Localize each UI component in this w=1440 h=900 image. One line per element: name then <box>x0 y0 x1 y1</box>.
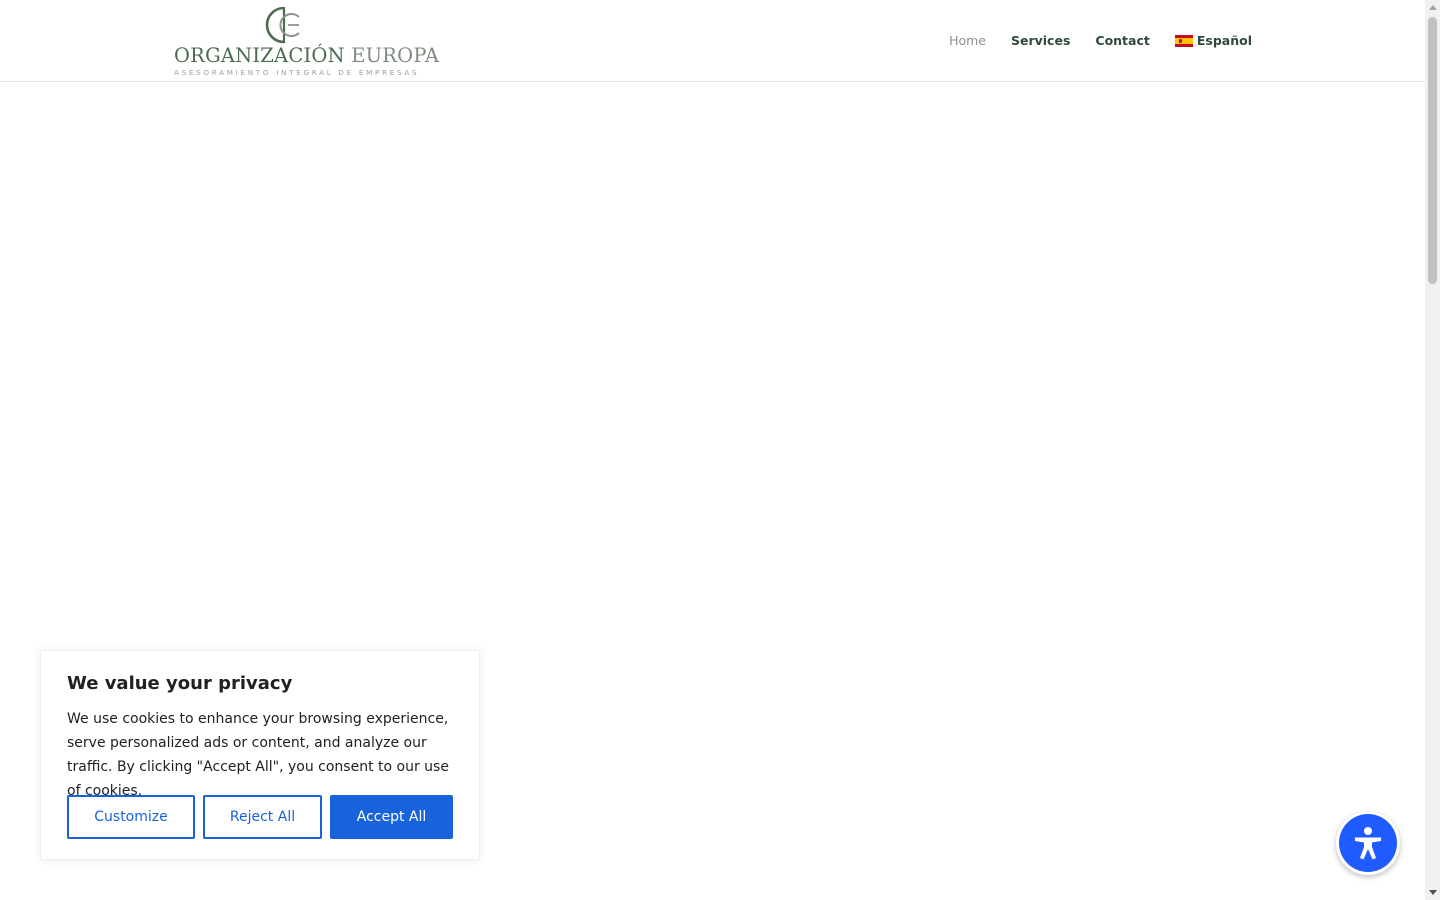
site-header: ORGANIZACIÓN EUROPA ASESORAMIENTO INTEGR… <box>0 0 1425 82</box>
logo-tagline: ASESORAMIENTO INTEGRAL DE EMPRESAS <box>174 68 420 77</box>
customize-button[interactable]: Customize <box>67 795 195 839</box>
reject-all-button[interactable]: Reject All <box>203 795 322 839</box>
accessibility-button[interactable] <box>1336 811 1400 875</box>
logo-name-secondary: EUROPA <box>351 44 440 67</box>
page-scrollbar[interactable] <box>1425 0 1440 900</box>
logo-monogram-icon <box>265 6 300 44</box>
nav-language-espanol[interactable]: Español <box>1174 31 1252 51</box>
logo-name-main: ORGANIZACIÓN <box>174 44 345 67</box>
nav-contact[interactable]: Contact <box>1095 31 1149 51</box>
scroll-down-arrow-icon[interactable] <box>1429 890 1437 895</box>
page: ORGANIZACIÓN EUROPA ASESORAMIENTO INTEGR… <box>0 0 1440 900</box>
nav-services[interactable]: Services <box>1011 31 1070 51</box>
nav-home[interactable]: Home <box>949 31 986 51</box>
accept-all-button[interactable]: Accept All <box>330 795 453 839</box>
nav-language-label: Español <box>1196 33 1252 48</box>
main-nav: Home Services Contact Español <box>924 30 1252 52</box>
cookie-title: We value your privacy <box>67 673 293 694</box>
scroll-up-arrow-icon[interactable] <box>1429 5 1437 10</box>
accessibility-person-icon <box>1355 827 1381 860</box>
accessibility-button-circle <box>1339 814 1397 872</box>
site-logo[interactable]: ORGANIZACIÓN EUROPA ASESORAMIENTO INTEGR… <box>174 5 439 77</box>
cookie-consent-banner: We value your privacy We use cookies to … <box>40 650 480 860</box>
logo-name: ORGANIZACIÓN EUROPA <box>174 44 439 67</box>
scrollbar-thumb[interactable] <box>1428 17 1437 284</box>
spain-flag-icon <box>1174 35 1193 47</box>
cookie-description: We use cookies to enhance your browsing … <box>67 711 449 799</box>
